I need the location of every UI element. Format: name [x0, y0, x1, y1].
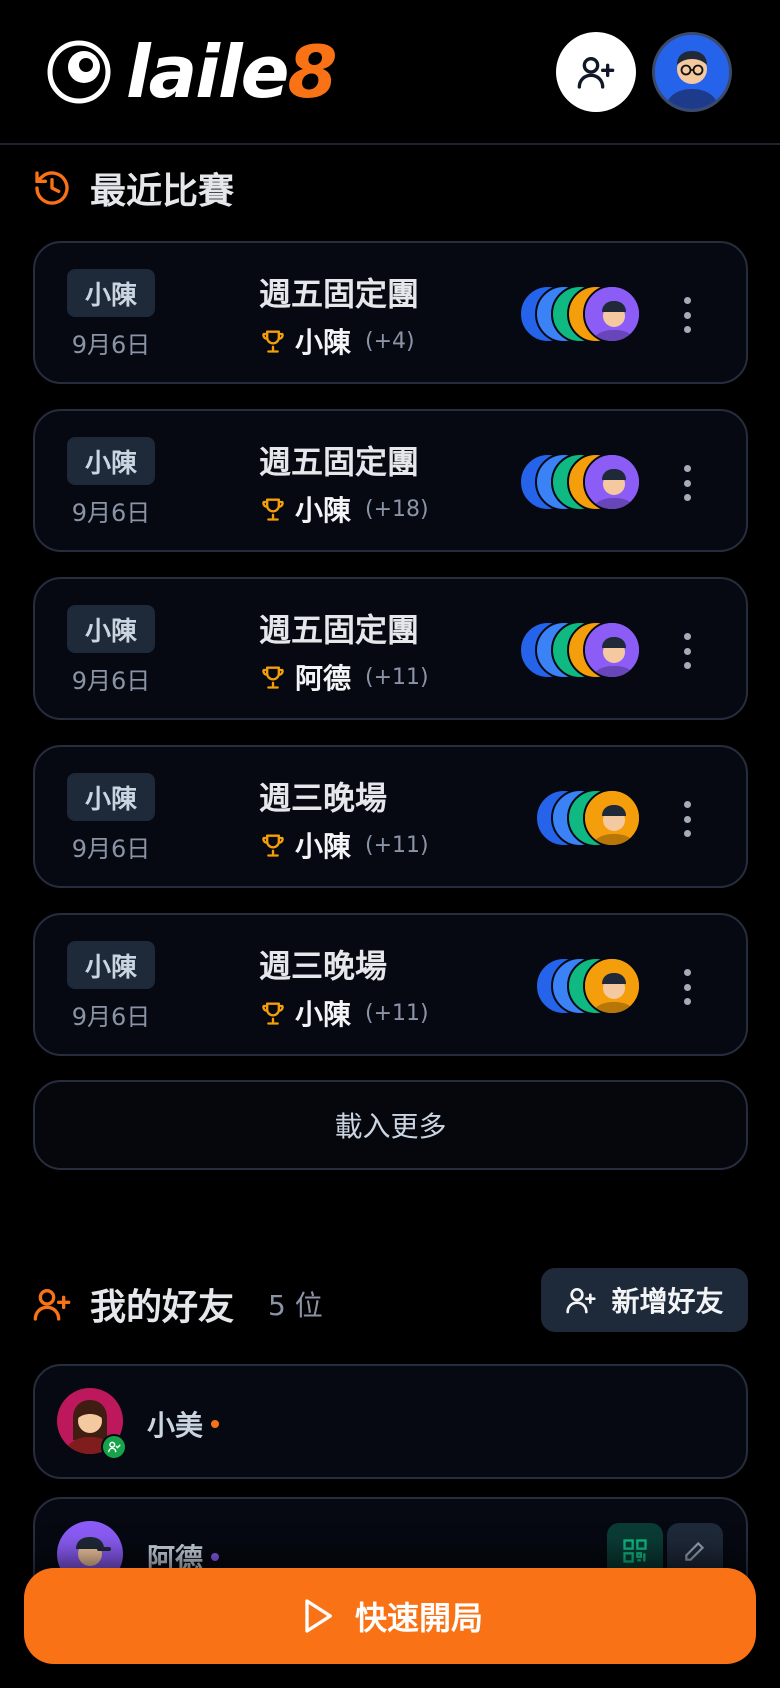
game-name: 週五固定團: [259, 443, 420, 481]
app-header: laile8: [0, 0, 780, 145]
more-options-icon[interactable]: [675, 297, 699, 333]
game-date: 9月6日: [71, 331, 151, 359]
player-avatar: [583, 957, 641, 1015]
more-options-icon[interactable]: [675, 633, 699, 669]
trophy-icon: [262, 330, 284, 353]
player-avatars: [519, 285, 641, 343]
status-dot: [211, 1420, 220, 1428]
game-card[interactable]: 小陳 9月6日 週三晚場 小陳 (+11): [33, 913, 748, 1056]
host-badge: 小陳: [67, 437, 155, 485]
winner-score: (+11): [365, 664, 429, 690]
player-avatar: [583, 621, 641, 679]
trophy-icon: [262, 834, 284, 857]
qr-code-icon: [623, 1539, 647, 1563]
quick-start-label: 快速開局: [354, 1599, 483, 1637]
player-avatar: [583, 285, 641, 343]
load-more-button[interactable]: 載入更多: [33, 1080, 748, 1170]
host-badge: 小陳: [67, 941, 155, 989]
winner-score: (+4): [365, 328, 415, 354]
winner-name: 阿德: [295, 662, 352, 695]
logo-wordmark: laile8: [126, 30, 338, 114]
more-options-icon[interactable]: [675, 801, 699, 837]
game-winner: 阿德 (+11): [259, 657, 429, 697]
game-winner: 小陳 (+4): [259, 321, 415, 361]
friends-count: 5 位: [268, 1289, 323, 1322]
friend-name: 小美: [147, 1404, 220, 1444]
more-options-icon[interactable]: [675, 465, 699, 501]
friend-status-badge: [101, 1434, 127, 1460]
add-friend-header-button[interactable]: [556, 32, 636, 112]
friend-item[interactable]: 小美: [33, 1364, 748, 1479]
quick-start-button[interactable]: 快速開局: [24, 1568, 756, 1664]
game-card[interactable]: 小陳 9月6日 週三晚場 小陳 (+11): [33, 745, 748, 888]
game-winner: 小陳 (+11): [259, 993, 429, 1033]
avatar-glasses-man-icon: [655, 35, 729, 109]
game-card[interactable]: 小陳 9月6日 週五固定團 小陳 (+18): [33, 409, 748, 552]
host-badge: 小陳: [67, 269, 155, 317]
user-plus-icon: [577, 56, 615, 89]
game-name: 週五固定團: [259, 275, 420, 313]
host-badge: 小陳: [67, 773, 155, 821]
friends-title: 我的好友 5 位: [32, 1278, 323, 1330]
user-check-icon: [108, 1441, 121, 1453]
winner-score: (+11): [365, 1000, 429, 1026]
user-plus-icon: [566, 1288, 597, 1314]
winner-score: (+18): [365, 496, 429, 522]
player-avatars: [519, 453, 641, 511]
recent-games-heading: 最近比賽: [90, 171, 235, 212]
host-badge: 小陳: [67, 605, 155, 653]
game-winner: 小陳 (+18): [259, 489, 429, 529]
winner-name: 小陳: [295, 494, 352, 527]
winner-name: 小陳: [295, 830, 352, 863]
play-icon: [305, 1599, 332, 1633]
player-avatars: [519, 621, 641, 679]
add-friend-button[interactable]: 新增好友: [541, 1268, 748, 1332]
pencil-icon: [685, 1541, 705, 1561]
player-avatars: [535, 789, 641, 847]
add-friend-label: 新增好友: [611, 1285, 724, 1318]
user-plus-icon: [33, 1289, 71, 1321]
game-card[interactable]: 小陳 9月6日 週五固定團 小陳 (+4): [33, 241, 748, 384]
app-logo[interactable]: laile8: [46, 30, 338, 114]
trophy-icon: [262, 498, 284, 521]
game-card[interactable]: 小陳 9月6日 週五固定團阿德 (+11): [33, 577, 748, 720]
winner-name: 小陳: [295, 998, 352, 1031]
game-name: 週三晚場: [259, 947, 388, 985]
winner-name: 小陳: [295, 326, 352, 359]
game-date: 9月6日: [71, 499, 151, 527]
more-options-icon[interactable]: [675, 969, 699, 1005]
game-date: 9月6日: [71, 835, 151, 863]
trophy-icon: [262, 1002, 284, 1025]
game-winner: 小陳 (+11): [259, 825, 429, 865]
history-icon: [35, 171, 69, 205]
game-name: 週五固定團: [259, 611, 420, 649]
logo-eye-icon: [47, 40, 111, 104]
player-avatar: [583, 789, 641, 847]
player-avatars: [535, 957, 641, 1015]
player-avatar: [583, 453, 641, 511]
game-date: 9月6日: [71, 1003, 151, 1031]
friends-heading: 我的好友: [90, 1287, 235, 1328]
winner-score: (+11): [365, 832, 429, 858]
profile-avatar[interactable]: [652, 32, 732, 112]
game-date: 9月6日: [71, 667, 151, 695]
status-dot: [211, 1553, 220, 1561]
recent-games-title: 最近比賽: [32, 162, 234, 214]
trophy-icon: [262, 666, 284, 689]
game-name: 週三晚場: [259, 779, 388, 817]
